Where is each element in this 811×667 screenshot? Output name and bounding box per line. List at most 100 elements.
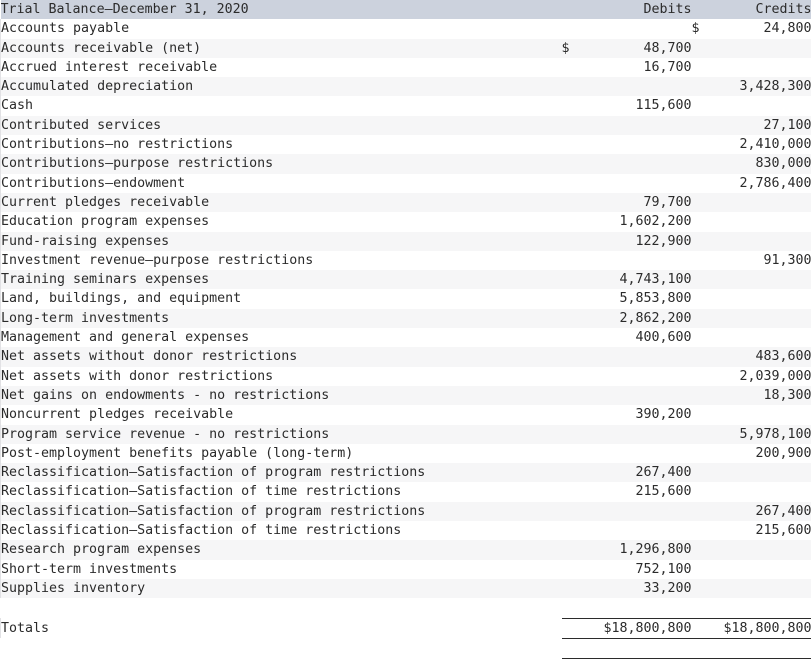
debit-value [580, 444, 692, 463]
table-row: Accumulated depreciation 3,428,300 [0, 77, 811, 97]
credit-symbol [692, 96, 710, 115]
debit-value: 115,600 [635, 98, 692, 114]
debit-value: 752,100 [635, 561, 692, 577]
credit-value [710, 232, 811, 251]
table-row: Reclassification–Satisfaction of time re… [0, 482, 811, 502]
credit-symbol [692, 39, 710, 58]
credit-value [710, 482, 811, 501]
credit-symbol [692, 425, 710, 444]
credit-value: 830,000 [755, 156, 811, 172]
table-row: Accounts payable $24,800 [0, 19, 811, 39]
debit-value [580, 386, 692, 405]
rule-spacer-account [0, 598, 562, 618]
debit-value: 122,900 [635, 233, 692, 249]
account-name: Cash [0, 96, 562, 116]
credit-symbol [692, 193, 710, 212]
debit-value: 79,700 [643, 194, 692, 210]
credit-value: 3,428,300 [739, 79, 811, 95]
credit-symbol [692, 502, 710, 521]
column-header-credits: Credits [755, 2, 811, 17]
table-header: Trial Balance–December 31, 2020 Debits C… [0, 0, 811, 20]
account-name: Supplies inventory [0, 578, 562, 599]
account-name: Research program expenses [0, 540, 562, 560]
debit-symbol [562, 405, 580, 424]
credit-symbol [692, 270, 710, 289]
credit-symbol [692, 521, 710, 540]
debit-symbol [562, 135, 580, 154]
credit-value [710, 579, 811, 598]
debit-value: 215,600 [635, 484, 692, 500]
totals-label: Totals [0, 618, 562, 639]
debit-symbol [562, 212, 580, 231]
table-row: Net gains on endowments - no restriction… [0, 385, 811, 406]
credit-symbol [692, 232, 710, 251]
column-header-account: Trial Balance–December 31, 2020 [0, 2, 249, 17]
credit-value: 91,300 [763, 252, 811, 268]
account-name: Noncurrent pledges receivable [0, 405, 562, 425]
debit-value [580, 116, 692, 135]
credit-value: 2,786,400 [739, 175, 811, 191]
credit-value [710, 463, 811, 482]
debit-symbol [562, 58, 580, 77]
debit-symbol [562, 270, 580, 289]
account-name: Investment revenue–purpose restrictions [0, 250, 562, 271]
table-row: Current pledges receivable 79,700 [0, 192, 811, 213]
credit-value [710, 212, 811, 231]
credit-symbol [692, 560, 710, 579]
totals-credit-value: $18,800,800 [691, 618, 811, 639]
table-row: Contributions–no restrictions 2,410,000 [0, 135, 811, 155]
debit-symbol [562, 174, 580, 193]
credit-symbol [692, 58, 710, 77]
debit-value: 390,200 [635, 407, 692, 423]
debit-value [580, 251, 692, 270]
account-name: Post-employment benefits payable (long-t… [0, 443, 562, 464]
debit-value [580, 174, 692, 193]
credit-value [710, 309, 811, 328]
rule-below-debit-sym [561, 637, 580, 660]
debit-value [580, 154, 692, 173]
table-row: Reclassification–Satisfaction of program… [0, 501, 811, 522]
debit-symbol [562, 463, 580, 482]
table-row: Noncurrent pledges receivable 390,200 [0, 405, 811, 425]
credit-symbol [692, 405, 710, 424]
debit-symbol [562, 251, 580, 270]
table-footer: Totals $18,800,800 $18,800,800 [0, 598, 811, 660]
account-name: Contributions–no restrictions [0, 135, 562, 155]
debit-value: 16,700 [643, 59, 692, 75]
table-row: Long-term investments 2,862,200 [0, 308, 811, 329]
totals-rule-below [0, 637, 811, 660]
table-row: Net assets with donor restrictions 2,039,… [0, 366, 811, 386]
table-row: Reclassification–Satisfaction of program… [0, 463, 811, 483]
credit-symbol [692, 212, 710, 231]
table-row: Land, buildings, and equipment 5,853,800 [0, 289, 811, 309]
account-name: Reclassification–Satisfaction of time re… [0, 482, 562, 502]
table-row: Contributions–purpose restrictions 830,00… [0, 154, 811, 174]
credit-symbol [692, 482, 710, 501]
rule-credit-val [709, 598, 811, 619]
account-name: Land, buildings, and equipment [0, 289, 562, 309]
credit-symbol [692, 328, 710, 347]
debit-symbol [562, 367, 580, 386]
account-name: Accounts payable [0, 19, 562, 39]
account-name: Training seminars expenses [0, 270, 562, 290]
debit-value: 1,602,200 [619, 214, 692, 230]
credit-symbol [692, 540, 710, 559]
debit-value: 4,743,100 [619, 272, 692, 288]
credit-symbol [692, 135, 710, 154]
debit-value [580, 19, 692, 38]
rule-below-credit-val [709, 637, 811, 660]
credit-value: 483,600 [755, 349, 811, 365]
credit-value [710, 540, 811, 559]
credit-value: 18,300 [763, 387, 811, 403]
debit-symbol [562, 560, 580, 579]
credit-value [710, 96, 811, 115]
credit-symbol [692, 116, 710, 135]
debit-symbol [562, 328, 580, 347]
debit-symbol [562, 347, 580, 366]
credit-symbol [692, 289, 710, 308]
account-name: Contributed services [0, 115, 562, 136]
trial-balance-table: Trial Balance–December 31, 2020 Debits C… [0, 0, 811, 660]
debit-symbol [562, 579, 580, 598]
account-name: Accounts receivable (net) [0, 38, 562, 58]
credit-symbol [692, 251, 710, 270]
